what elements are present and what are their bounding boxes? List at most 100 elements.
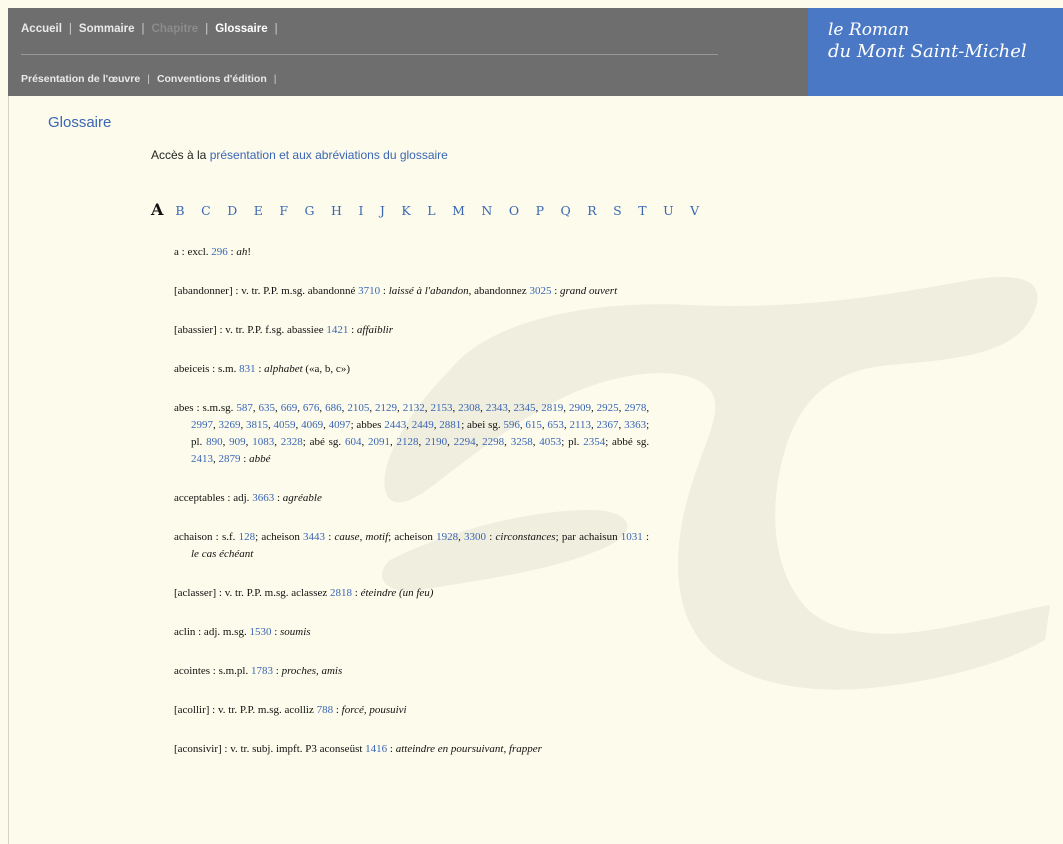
verse-reference-link[interactable]: 3300	[464, 531, 486, 543]
entry-text: ; abei sg.	[461, 419, 504, 431]
verse-reference-link[interactable]: 2367	[597, 419, 619, 431]
verse-reference-link[interactable]: 2819	[541, 402, 563, 414]
verse-reference-link[interactable]: 2128	[397, 436, 419, 448]
verse-reference-link[interactable]: 1530	[249, 626, 271, 638]
verse-reference-link[interactable]: 3663	[252, 492, 274, 504]
verse-reference-link[interactable]: 890	[206, 436, 223, 448]
verse-reference-link[interactable]: 2298	[482, 436, 504, 448]
verse-reference-link[interactable]: 1031	[621, 531, 643, 543]
alphabet-letter-k[interactable]: K	[401, 203, 410, 218]
verse-reference-link[interactable]: 2294	[454, 436, 476, 448]
glossary-entry: a : excl. 296 : ah!	[174, 244, 649, 261]
verse-reference-link[interactable]: 2909	[569, 402, 591, 414]
verse-reference-link[interactable]: 2328	[281, 436, 303, 448]
verse-reference-link[interactable]: 2449	[412, 419, 434, 431]
verse-reference-link[interactable]: 2881	[439, 419, 461, 431]
entry-text: [aclasser] : v. tr. P.P. m.sg. aclassez	[174, 587, 331, 599]
verse-reference-link[interactable]: 128	[239, 531, 256, 543]
alphabet-current-letter: A	[151, 200, 164, 219]
verse-reference-link[interactable]: 831	[239, 363, 256, 375]
verse-reference-link[interactable]: 3363	[624, 419, 646, 431]
verse-reference-link[interactable]: 1421	[326, 324, 348, 336]
verse-reference-link[interactable]: 2925	[597, 402, 619, 414]
verse-reference-link[interactable]: 3815	[246, 419, 268, 431]
verse-reference-link[interactable]: 4053	[539, 436, 561, 448]
verse-reference-link[interactable]: 3269	[219, 419, 241, 431]
verse-reference-link[interactable]: 2354	[583, 436, 605, 448]
alphabet-letter-p[interactable]: P	[536, 203, 544, 218]
entry-text: :	[255, 363, 265, 375]
nav-accueil[interactable]: Accueil	[21, 23, 62, 35]
verse-reference-link[interactable]: 2153	[430, 402, 452, 414]
verse-reference-link[interactable]: 1083	[252, 436, 274, 448]
alphabet-letter-o[interactable]: O	[509, 203, 519, 218]
verse-reference-link[interactable]: 2413	[191, 453, 213, 465]
verse-reference-link[interactable]: 2997	[191, 419, 213, 431]
verse-reference-link[interactable]: 2113	[569, 419, 591, 431]
alphabet-letter-b[interactable]: B	[175, 203, 184, 218]
alphabet-letter-t[interactable]: T	[638, 203, 646, 218]
alphabet-letter-u[interactable]: U	[663, 203, 674, 218]
verse-reference-link[interactable]: 2879	[219, 453, 241, 465]
verse-reference-link[interactable]: 4059	[274, 419, 296, 431]
alphabet-letter-v[interactable]: V	[690, 203, 699, 218]
entry-text: :	[325, 531, 335, 543]
verse-reference-link[interactable]: 2132	[403, 402, 425, 414]
verse-reference-link[interactable]: 587	[236, 402, 253, 414]
verse-reference-link[interactable]: 3443	[303, 531, 325, 543]
alphabet-letter-l[interactable]: L	[427, 203, 435, 218]
alphabet-letter-c[interactable]: C	[201, 203, 211, 218]
verse-reference-link[interactable]: 2343	[486, 402, 508, 414]
alphabet-letter-f[interactable]: F	[279, 203, 288, 218]
nav-sommaire[interactable]: Sommaire	[79, 23, 135, 35]
nav-conventions-d-edition[interactable]: Conventions d'édition	[157, 73, 267, 85]
verse-reference-link[interactable]: 2105	[347, 402, 369, 414]
site-brand[interactable]: le Roman du Mont Saint-Michel	[808, 8, 1063, 96]
verse-reference-link[interactable]: 1783	[251, 665, 273, 677]
verse-reference-link[interactable]: 676	[303, 402, 320, 414]
verse-reference-link[interactable]: 2345	[514, 402, 536, 414]
verse-reference-link[interactable]: 635	[259, 402, 276, 414]
entry-text: :	[271, 626, 281, 638]
verse-reference-link[interactable]: 1928	[436, 531, 458, 543]
verse-reference-link[interactable]: 1416	[365, 743, 387, 755]
verse-reference-link[interactable]: 2978	[624, 402, 646, 414]
verse-reference-link[interactable]: 2308	[458, 402, 480, 414]
verse-reference-link[interactable]: 2443	[384, 419, 406, 431]
glossary-presentation-link[interactable]: présentation et aux abréviations du glos…	[210, 148, 448, 162]
verse-reference-link[interactable]: 4069	[301, 419, 323, 431]
verse-reference-link[interactable]: 596	[503, 419, 520, 431]
verse-reference-link[interactable]: 604	[345, 436, 362, 448]
alphabet-letter-j[interactable]: J	[380, 203, 385, 218]
verse-reference-link[interactable]: 3025	[529, 285, 551, 297]
verse-reference-link[interactable]: 615	[525, 419, 542, 431]
alphabet-letter-d[interactable]: D	[227, 203, 237, 218]
alphabet-letter-n[interactable]: N	[481, 203, 492, 218]
verse-reference-link[interactable]: 788	[317, 704, 334, 716]
verse-reference-link[interactable]: 686	[325, 402, 342, 414]
verse-reference-link[interactable]: 2091	[368, 436, 390, 448]
alphabet-letter-q[interactable]: Q	[560, 203, 570, 218]
nav-glossaire[interactable]: Glossaire	[215, 23, 267, 35]
verse-reference-link[interactable]: 4097	[329, 419, 351, 431]
alphabet-letter-m[interactable]: M	[452, 203, 465, 218]
verse-reference-link[interactable]: 296	[211, 246, 228, 258]
verse-reference-link[interactable]: 2190	[425, 436, 447, 448]
verse-reference-link[interactable]: 653	[547, 419, 564, 431]
entry-text: ; abbes	[350, 419, 385, 431]
alphabet-letter-g[interactable]: G	[305, 203, 315, 218]
brand-line-2: du Mont Saint-Michel	[828, 41, 1027, 62]
verse-reference-link[interactable]: 2129	[375, 402, 397, 414]
alphabet-letter-i[interactable]: I	[358, 203, 363, 218]
verse-reference-link[interactable]: 3258	[511, 436, 533, 448]
verse-reference-link[interactable]: 2818	[330, 587, 352, 599]
verse-reference-link[interactable]: 3710	[358, 285, 380, 297]
verse-reference-link[interactable]: 669	[281, 402, 298, 414]
alphabet-letter-e[interactable]: E	[254, 203, 263, 218]
entry-text: :	[642, 531, 650, 543]
alphabet-letter-s[interactable]: S	[613, 203, 622, 218]
alphabet-letter-h[interactable]: H	[331, 203, 342, 218]
verse-reference-link[interactable]: 909	[229, 436, 246, 448]
alphabet-letter-r[interactable]: R	[587, 203, 596, 218]
nav-presentation-de-l-uvre[interactable]: Présentation de l'œuvre	[21, 73, 140, 85]
